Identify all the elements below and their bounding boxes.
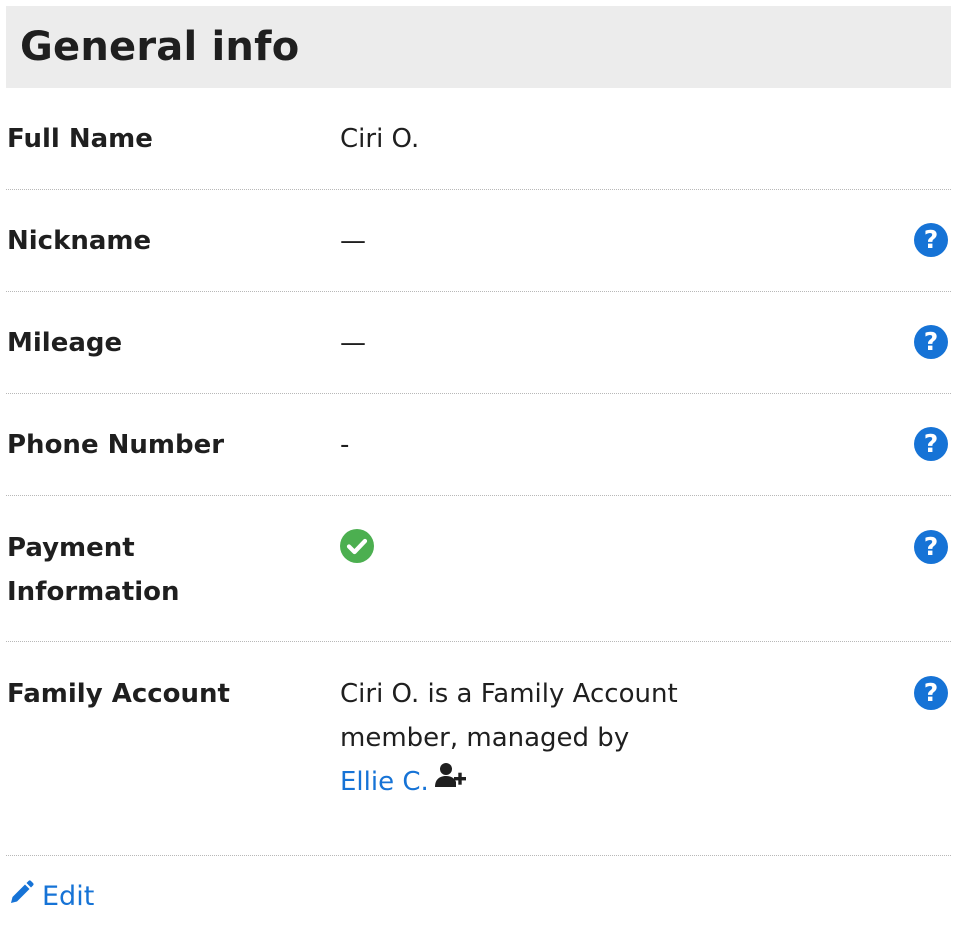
row-label: Payment Information: [7, 533, 180, 607]
info-row-full-name: Full Name Ciri O.: [6, 88, 951, 190]
family-account-text: Ciri O. is a Family Account member, mana…: [340, 679, 678, 753]
info-row-payment-information: Payment Information ?: [6, 496, 951, 642]
help-icon[interactable]: ?: [914, 427, 948, 461]
panel-header: General info: [6, 6, 951, 88]
row-label: Mileage: [7, 328, 123, 358]
panel-title: General info: [20, 24, 300, 70]
edit-label: Edit: [42, 880, 95, 912]
row-value: —: [340, 328, 366, 358]
row-label: Phone Number: [7, 430, 225, 460]
help-icon[interactable]: ?: [914, 530, 948, 564]
info-row-mileage: Mileage — ?: [6, 292, 951, 394]
info-row-family-account: Family Account Ciri O. is a Family Accou…: [6, 642, 951, 856]
row-value: —: [340, 226, 366, 256]
help-icon[interactable]: ?: [914, 325, 948, 359]
help-icon[interactable]: ?: [914, 676, 948, 710]
edit-button[interactable]: Edit: [8, 876, 94, 916]
info-row-nickname: Nickname — ?: [6, 190, 951, 292]
general-info-panel: General info Full Name Ciri O. Nickname …: [6, 6, 951, 856]
user-plus-icon: [434, 758, 467, 802]
manager-link[interactable]: Ellie C.: [340, 767, 429, 797]
row-value: Ciri O.: [340, 124, 420, 154]
row-label: Nickname: [7, 226, 152, 256]
check-circle-icon: [340, 528, 374, 563]
pencil-icon: [8, 879, 34, 913]
info-row-phone-number: Phone Number - ?: [6, 394, 951, 496]
row-value: Ciri O. is a Family Account member, mana…: [340, 672, 700, 805]
row-label: Full Name: [7, 124, 153, 154]
row-value: -: [340, 430, 350, 460]
help-icon[interactable]: ?: [914, 223, 948, 257]
row-value: [340, 526, 780, 570]
row-label: Family Account: [7, 679, 230, 709]
